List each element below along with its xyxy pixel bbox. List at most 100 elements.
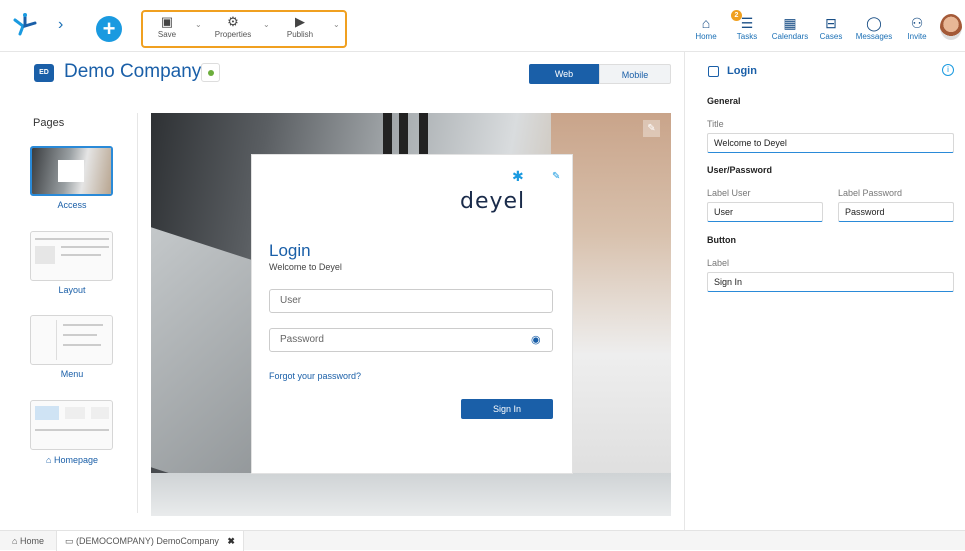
info-icon[interactable]: i bbox=[942, 64, 954, 76]
nav-calendars[interactable]: ▦ Calendars bbox=[770, 14, 810, 41]
properties-button[interactable]: ⚙ Properties bbox=[211, 14, 255, 39]
pages-title: Pages bbox=[33, 117, 65, 129]
nav-home-label: Home bbox=[695, 32, 717, 41]
nav-cases-label: Cases bbox=[819, 32, 843, 41]
background-detail bbox=[419, 113, 428, 158]
nav-cases[interactable]: ⊟ Cases bbox=[818, 14, 844, 41]
label-user-input[interactable]: User bbox=[707, 202, 823, 222]
password-field[interactable]: Password bbox=[269, 328, 553, 352]
play-icon: ▶ bbox=[295, 14, 305, 29]
nav-calendars-label: Calendars bbox=[771, 32, 809, 41]
page-label-homepage[interactable]: ⌂ Homepage bbox=[20, 455, 124, 465]
chat-bubble-icon: ◯ bbox=[866, 15, 882, 31]
thumb-block bbox=[35, 406, 59, 420]
add-user-icon: ⚇ bbox=[910, 15, 924, 31]
nav-invite-label: Invite bbox=[907, 32, 927, 41]
editor-toolbar: ▣ Save ⌄ ⚙ Properties ⌄ ▶ Publish ⌄ bbox=[141, 10, 347, 48]
divider bbox=[684, 52, 685, 530]
tab-web[interactable]: Web bbox=[529, 64, 599, 84]
section-general: General bbox=[707, 96, 741, 106]
thumb-block bbox=[91, 407, 109, 419]
background-detail bbox=[383, 113, 392, 158]
top-bar: › + ▣ Save ⌄ ⚙ Properties ⌄ ▶ Publish ⌄ … bbox=[0, 0, 965, 52]
page-label-menu[interactable]: Menu bbox=[20, 369, 124, 379]
tasks-badge: 2 bbox=[731, 10, 742, 21]
nav-invite[interactable]: ⚇ Invite bbox=[904, 14, 930, 41]
company-badge: ED bbox=[34, 64, 54, 82]
background-detail bbox=[399, 113, 408, 158]
status-indicator[interactable] bbox=[201, 63, 220, 82]
nav-tasks[interactable]: ☰ 2 Tasks bbox=[731, 10, 760, 41]
gear-icon: ⚙ bbox=[227, 14, 239, 29]
nav-home[interactable]: ⌂ Home bbox=[695, 14, 717, 41]
nav-tasks-label: Tasks bbox=[736, 32, 758, 41]
add-button[interactable]: + bbox=[96, 16, 122, 42]
home-icon: ⌂ bbox=[701, 15, 711, 31]
page-thumb-access[interactable] bbox=[30, 146, 113, 196]
bottom-tab-bar: ⌂ Home ▭ (DEMOCOMPANY) DemoCompany ✖ bbox=[0, 530, 965, 551]
page-thumb-layout[interactable] bbox=[30, 231, 113, 281]
divider bbox=[137, 113, 138, 513]
thumb-line bbox=[35, 238, 109, 240]
section-button: Button bbox=[707, 235, 736, 245]
login-title: Login bbox=[269, 241, 311, 260]
chevron-down-icon[interactable]: ⌄ bbox=[263, 20, 270, 29]
page-thumb-homepage[interactable] bbox=[30, 400, 113, 450]
button-label-input[interactable]: Sign In bbox=[707, 272, 954, 292]
tab-democompany[interactable]: ▭ (DEMOCOMPANY) DemoCompany ✖ bbox=[56, 531, 244, 551]
label-password-label: Label Password bbox=[838, 188, 903, 198]
thumb-line bbox=[35, 429, 109, 431]
tasks-icon: ☰ 2 bbox=[731, 10, 760, 32]
nav-messages-label: Messages bbox=[855, 32, 893, 41]
thumb-line bbox=[63, 344, 101, 346]
thumb-line bbox=[63, 324, 103, 326]
label-password-input[interactable]: Password bbox=[838, 202, 954, 222]
background-table bbox=[151, 473, 671, 516]
section-user-password: User/Password bbox=[707, 165, 773, 175]
label-user-label: Label User bbox=[707, 188, 751, 198]
title-input[interactable]: Welcome to Deyel bbox=[707, 133, 954, 153]
tab-mobile[interactable]: Mobile bbox=[599, 64, 671, 84]
button-label-label: Label bbox=[707, 258, 730, 268]
page-label-access[interactable]: Access bbox=[20, 200, 124, 210]
bottom-home-link[interactable]: ⌂ Home bbox=[12, 536, 44, 546]
brand-logo: deyel bbox=[460, 189, 526, 214]
thumb-line bbox=[61, 246, 109, 248]
user-field[interactable]: User bbox=[269, 289, 553, 313]
title-label: Title bbox=[707, 119, 724, 129]
chevron-down-icon[interactable]: ⌄ bbox=[195, 20, 202, 29]
checkbox-icon[interactable] bbox=[708, 66, 719, 77]
avatar[interactable] bbox=[940, 14, 962, 40]
page-label-layout[interactable]: Layout bbox=[20, 285, 124, 295]
publish-label: Publish bbox=[286, 30, 314, 39]
properties-title: Login bbox=[727, 65, 757, 77]
deyel-logo-icon[interactable] bbox=[12, 12, 38, 38]
thumb-line bbox=[63, 334, 97, 336]
close-icon[interactable]: ✖ bbox=[227, 536, 235, 546]
forgot-password-link[interactable]: Forgot your password? bbox=[269, 371, 361, 381]
tab-democompany-label: (DEMOCOMPANY) DemoCompany bbox=[76, 536, 219, 546]
home-icon: ⌂ bbox=[46, 455, 52, 465]
thumb-line bbox=[61, 254, 101, 256]
sign-in-button[interactable]: Sign In bbox=[461, 399, 553, 419]
properties-label: Properties bbox=[214, 30, 252, 39]
home-icon: ⌂ bbox=[12, 536, 18, 546]
nav-messages[interactable]: ◯ Messages bbox=[853, 14, 895, 41]
save-button[interactable]: ▣ Save bbox=[153, 14, 181, 39]
eye-icon[interactable]: ◉ bbox=[531, 333, 541, 346]
publish-button[interactable]: ▶ Publish bbox=[283, 14, 317, 39]
thumb-sidebar bbox=[35, 320, 57, 360]
thumb-block bbox=[65, 407, 85, 419]
edit-logo-pencil-icon[interactable]: ✎ bbox=[552, 171, 560, 182]
page-title: Demo Company bbox=[64, 61, 202, 82]
page-thumb-menu[interactable] bbox=[30, 315, 113, 365]
briefcase-icon: ⊟ bbox=[825, 15, 837, 31]
calendar-icon: ▦ bbox=[783, 15, 797, 31]
chevron-down-icon[interactable]: ⌄ bbox=[333, 20, 340, 29]
edit-background-pencil-icon[interactable]: ✎ bbox=[643, 120, 660, 137]
bottom-home-label: Home bbox=[19, 536, 44, 546]
save-label: Save bbox=[157, 30, 177, 39]
deyel-logo-icon: ✱ bbox=[512, 168, 524, 184]
chevron-right-icon[interactable]: › bbox=[58, 16, 63, 34]
folder-icon: ▭ bbox=[65, 536, 74, 546]
